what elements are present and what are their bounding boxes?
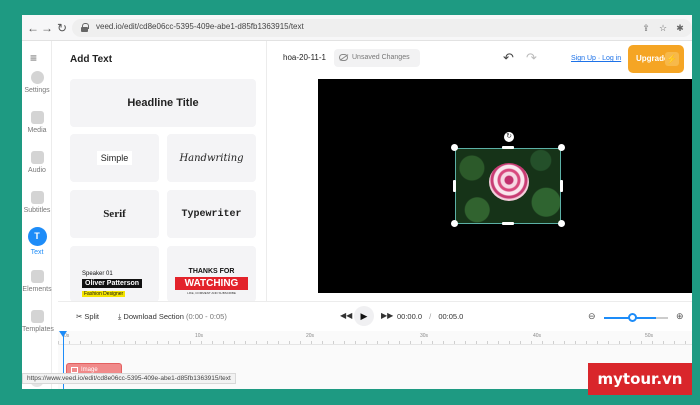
thanks-top: THANKS FOR bbox=[188, 268, 235, 275]
rail-item-text[interactable]: T Text bbox=[22, 227, 52, 256]
text-style-speaker[interactable]: Speaker 01 Oliver Patterson Fashion Desi… bbox=[70, 246, 159, 302]
project-name[interactable]: hoa-20-11-1 bbox=[283, 53, 326, 62]
tick-label: 50s bbox=[645, 333, 654, 339]
tick-label: 10s bbox=[195, 333, 204, 339]
text-style-thanks[interactable]: THANKS FOR WATCHING LIKE, COMMENT AND SU… bbox=[167, 246, 256, 302]
image-layer[interactable] bbox=[455, 148, 561, 224]
rail-item-subtitles[interactable]: Subtitles bbox=[22, 191, 52, 214]
tick-label: 20s bbox=[306, 333, 315, 339]
templates-icon bbox=[30, 310, 44, 323]
project-header: hoa-20-11-1 Unsaved Changes ↶ ↷ Sign Up … bbox=[267, 41, 692, 79]
text-icon: T bbox=[27, 227, 47, 246]
redo-icon[interactable]: ↷ bbox=[526, 50, 537, 66]
forward-icon[interactable]: ▶▶ bbox=[381, 311, 393, 320]
download-range: (0:00 - 0:05) bbox=[185, 312, 227, 321]
watermark-logo: mytour.vn bbox=[588, 363, 692, 395]
text-style-handwriting[interactable]: Handwriting bbox=[167, 134, 256, 182]
text-style-simple-label: Simple bbox=[96, 151, 133, 165]
add-text-panel: Add Text Headline Title Simple Handwriti… bbox=[58, 41, 267, 317]
subtitles-icon bbox=[30, 191, 44, 204]
rail-item-settings[interactable]: Settings bbox=[22, 71, 52, 94]
tick-label: 40s bbox=[533, 333, 542, 339]
rose-image bbox=[489, 163, 529, 201]
video-canvas[interactable]: ↻ bbox=[318, 79, 692, 293]
thanks-sub: LIKE, COMMENT AND SUBSCRIBE bbox=[187, 291, 236, 295]
forward-icon[interactable]: → bbox=[40, 21, 54, 35]
menu-icon[interactable]: ≡ bbox=[30, 51, 37, 65]
rotate-handle[interactable]: ↻ bbox=[504, 132, 514, 142]
current-time: 00:00.0 bbox=[397, 312, 423, 321]
time-display: 00:00.0 / 00:05.0 bbox=[397, 312, 463, 321]
back-icon[interactable]: ← bbox=[26, 21, 40, 35]
resize-handle-br[interactable] bbox=[558, 220, 565, 227]
side-rail: ≡ Settings Media Audio Subtitles T Text … bbox=[22, 41, 54, 389]
rewind-icon[interactable]: ◀◀ bbox=[340, 311, 352, 320]
zoom-in-icon[interactable]: ⊕ bbox=[676, 311, 684, 322]
plus-icon bbox=[30, 111, 44, 124]
bolt-icon: ⚡ bbox=[665, 52, 679, 66]
player-controls: ✂ Split ⤓ Download Section (0:00 - 0:05)… bbox=[58, 301, 692, 331]
resize-handle-right[interactable] bbox=[560, 180, 563, 192]
resize-handle-top[interactable] bbox=[502, 146, 514, 149]
upgrade-label: Upgrade bbox=[636, 54, 669, 63]
upgrade-button[interactable]: Upgrade ⚡ bbox=[628, 45, 684, 73]
resize-handle-bottom[interactable] bbox=[502, 222, 514, 225]
rail-item-media[interactable]: Media bbox=[22, 111, 52, 134]
play-button[interactable]: ▶ bbox=[354, 306, 374, 326]
zoom-slider-track[interactable] bbox=[656, 317, 668, 319]
resize-handle-tl[interactable] bbox=[451, 144, 458, 151]
speaker-role: Fashion Designer bbox=[82, 291, 126, 297]
reload-icon[interactable]: ↻ bbox=[55, 21, 69, 35]
zoom-out-icon[interactable]: ⊖ bbox=[588, 311, 596, 322]
text-style-simple[interactable]: Simple bbox=[70, 134, 159, 182]
speaker-label: Speaker 01 bbox=[82, 271, 113, 277]
resize-handle-tr[interactable] bbox=[558, 144, 565, 151]
rail-item-elements[interactable]: Elements bbox=[22, 270, 52, 293]
rail-label: Audio bbox=[28, 167, 46, 174]
resize-handle-bl[interactable] bbox=[451, 220, 458, 227]
rail-label: Templates bbox=[22, 326, 54, 333]
speaker-name: Oliver Patterson bbox=[82, 279, 143, 288]
share-icon[interactable]: ⇪ bbox=[639, 21, 653, 35]
rail-label: Settings bbox=[24, 87, 50, 94]
extensions-icon[interactable]: ✱ bbox=[673, 21, 687, 35]
elements-icon bbox=[30, 270, 44, 283]
rail-label: Text bbox=[30, 249, 44, 256]
tick-label: 30s bbox=[420, 333, 429, 339]
sign-up-login-link[interactable]: Sign Up · Log in bbox=[571, 55, 621, 62]
text-style-headline[interactable]: Headline Title bbox=[70, 79, 256, 127]
unsaved-badge: Unsaved Changes bbox=[334, 49, 420, 67]
rail-item-audio[interactable]: Audio bbox=[22, 151, 52, 174]
download-label: Download Section bbox=[123, 312, 184, 321]
resize-handle-left[interactable] bbox=[453, 180, 456, 192]
rail-label: Elements bbox=[22, 286, 52, 293]
rail-label: Subtitles bbox=[23, 207, 51, 214]
text-style-serif[interactable]: Serif bbox=[70, 190, 159, 238]
time-separator: / bbox=[429, 312, 432, 321]
browser-toolbar: ← → ↻ veed.io/edit/cd8e06cc-5395-409e-ab… bbox=[22, 15, 692, 41]
app-window: ← → ↻ veed.io/edit/cd8e06cc-5395-409e-ab… bbox=[22, 15, 692, 389]
panel-title: Add Text bbox=[70, 54, 113, 65]
address-bar[interactable]: veed.io/edit/cd8e06cc-5395-409e-abe1-d85… bbox=[72, 19, 692, 37]
download-section-button[interactable]: ⤓ Download Section (0:00 - 0:05) bbox=[118, 312, 227, 322]
split-button[interactable]: ✂ Split bbox=[76, 312, 99, 321]
rail-label: Media bbox=[27, 127, 47, 134]
undo-icon[interactable]: ↶ bbox=[503, 50, 514, 66]
text-style-typewriter[interactable]: Typewriter bbox=[167, 190, 256, 238]
cloud-off-icon bbox=[339, 54, 348, 61]
rail-item-templates[interactable]: Templates bbox=[22, 310, 54, 333]
lock-icon bbox=[81, 23, 89, 32]
timeline-ruler: 0s 10s 20s 30s 40s 50s bbox=[58, 331, 692, 345]
music-icon bbox=[30, 151, 44, 164]
zoom-slider-knob[interactable] bbox=[628, 313, 637, 322]
unsaved-text: Unsaved Changes bbox=[352, 54, 410, 61]
gear-icon bbox=[30, 71, 44, 84]
star-icon[interactable]: ☆ bbox=[656, 21, 670, 35]
thanks-main: WATCHING bbox=[175, 277, 248, 290]
split-label: Split bbox=[84, 312, 99, 321]
url-text: veed.io/edit/cd8e06cc-5395-409e-abe1-d85… bbox=[96, 22, 304, 31]
status-url: https://www.veed.io/edit/cd8e06cc-5395-4… bbox=[22, 373, 236, 384]
total-time: 00:05.0 bbox=[438, 312, 464, 321]
